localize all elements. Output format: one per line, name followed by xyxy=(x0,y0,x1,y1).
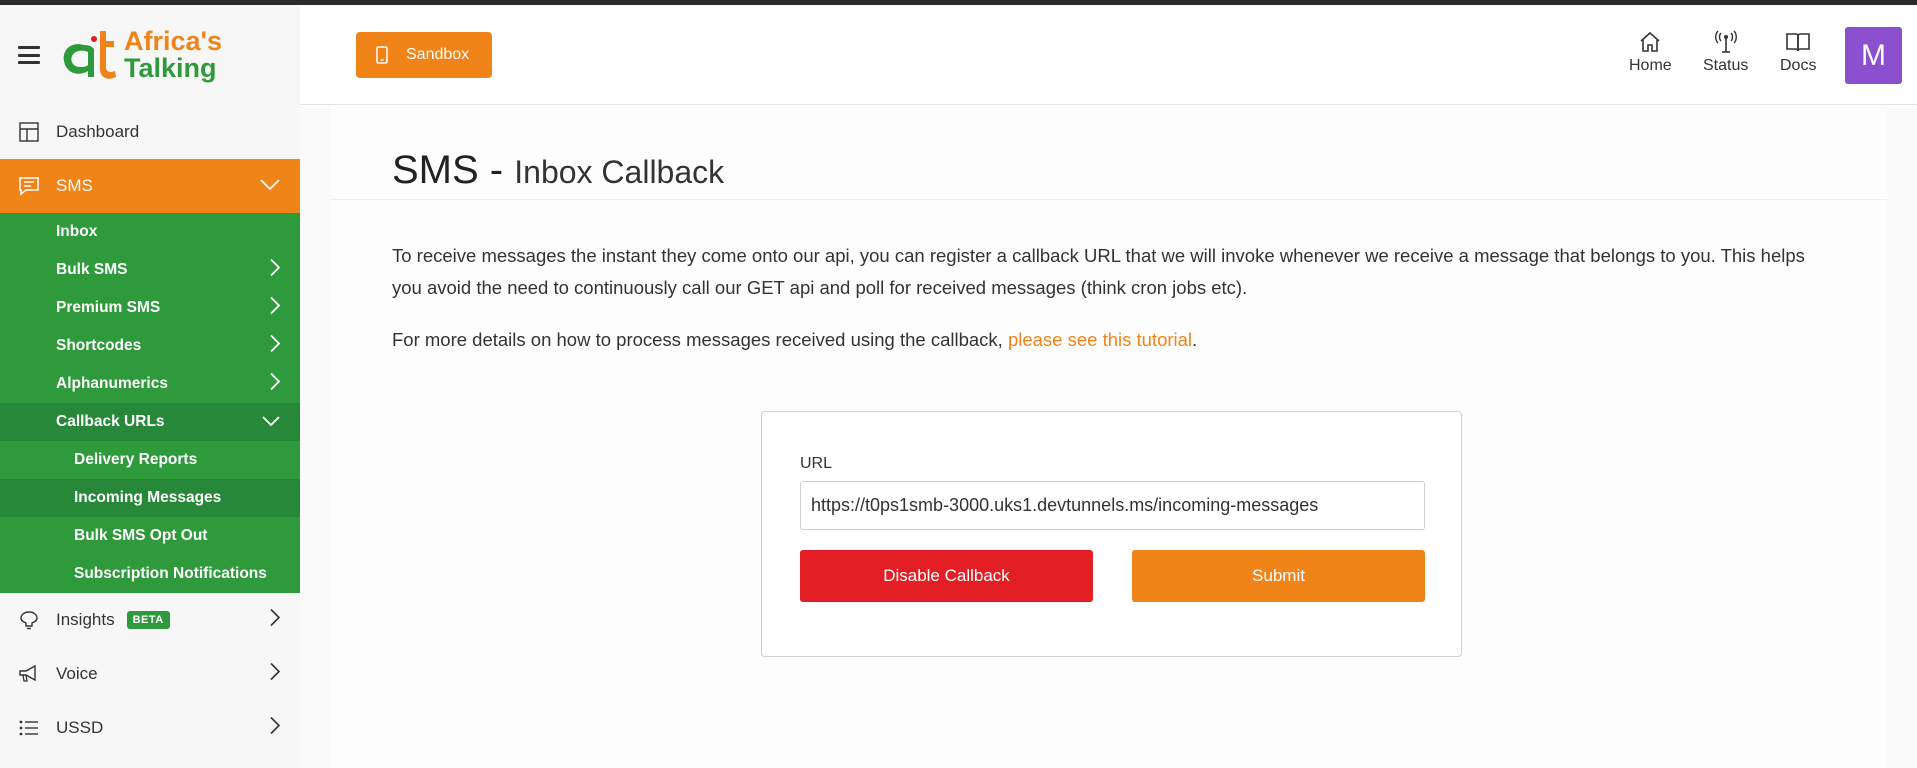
sidebar-item-alphanumerics[interactable]: Alphanumerics xyxy=(0,365,300,403)
sms-submenu: Inbox Bulk SMS Premium SMS Shortcodes Al… xyxy=(0,213,300,593)
sidebar-item-label: Premium SMS xyxy=(56,299,161,316)
sandbox-button[interactable]: Sandbox xyxy=(356,32,492,78)
chevron-right-icon xyxy=(270,258,281,282)
description-paragraph: To receive messages the instant they com… xyxy=(392,245,1805,298)
chevron-right-icon xyxy=(270,296,281,320)
chevron-down-icon xyxy=(260,176,280,196)
sidebar-item-incoming-messages[interactable]: Incoming Messages xyxy=(0,479,300,517)
sidebar-item-shortcodes[interactable]: Shortcodes xyxy=(0,327,300,365)
avatar[interactable]: M xyxy=(1845,27,1902,84)
sidebar-item-delivery-reports[interactable]: Delivery Reports xyxy=(0,441,300,479)
callback-form: URL Disable Callback Submit xyxy=(761,411,1462,657)
logo-mark-icon xyxy=(63,31,116,79)
chevron-right-icon xyxy=(270,372,281,396)
disable-callback-button[interactable]: Disable Callback xyxy=(800,550,1093,602)
page-subtitle: Inbox Callback xyxy=(514,154,725,190)
hamburger-menu-icon[interactable] xyxy=(18,46,40,64)
nav-ussd[interactable]: USSD xyxy=(0,701,300,755)
sandbox-label: Sandbox xyxy=(406,46,470,63)
home-icon xyxy=(1638,27,1662,57)
page-title-main: SMS - xyxy=(392,148,504,192)
nav-dashboard-label: Dashboard xyxy=(56,122,140,141)
dashboard-icon xyxy=(18,121,40,143)
nav-insights-label: Insights xyxy=(56,610,115,629)
url-label: URL xyxy=(800,455,833,472)
lightbulb-icon xyxy=(18,609,40,631)
status-label: Status xyxy=(1703,57,1749,74)
book-icon xyxy=(1785,27,1811,57)
nav-sms-label: SMS xyxy=(56,176,93,195)
africas-talking-logo[interactable]: Africa's Talking xyxy=(58,27,222,83)
message-icon xyxy=(18,175,40,197)
chevron-right-icon xyxy=(270,334,281,358)
header-docs-link[interactable]: Docs xyxy=(1780,27,1816,75)
logo-line-2: Talking xyxy=(124,53,217,83)
sidebar-item-inbox[interactable]: Inbox xyxy=(0,213,300,251)
tutorial-text: For more details on how to process messa… xyxy=(392,329,1003,350)
page-title: SMS - Inbox Callback xyxy=(392,148,724,193)
tutorial-suffix: . xyxy=(1192,329,1198,350)
sidebar-item-label: Delivery Reports xyxy=(74,451,198,468)
sidebar-item-label: Bulk SMS xyxy=(56,261,128,278)
mobile-phone-icon xyxy=(376,46,388,64)
logo-wordmark: Africa's Talking xyxy=(124,28,222,82)
main-content: SMS - Inbox Callback To receive messages… xyxy=(300,106,1917,768)
url-input[interactable] xyxy=(800,481,1425,530)
sidebar-item-label: Shortcodes xyxy=(56,337,142,354)
beta-badge: BETA xyxy=(126,611,170,629)
nav-sms[interactable]: SMS xyxy=(0,159,300,213)
sidebar-item-bulk-sms-opt-out[interactable]: Bulk SMS Opt Out xyxy=(0,517,300,555)
sidebar-item-premium-sms[interactable]: Premium SMS xyxy=(0,289,300,327)
tutorial-link[interactable]: please see this tutorial xyxy=(1008,329,1192,350)
sidebar-item-subscription-notifications[interactable]: Subscription Notifications xyxy=(0,555,300,593)
nav-dashboard[interactable]: Dashboard xyxy=(0,105,300,159)
list-icon xyxy=(18,717,40,739)
title-divider xyxy=(330,199,1887,200)
chevron-right-icon xyxy=(270,662,281,686)
sidebar-item-label: Bulk SMS Opt Out xyxy=(74,527,208,544)
logo-line-1: Africa's xyxy=(124,26,222,56)
sidebar-item-bulk-sms[interactable]: Bulk SMS xyxy=(0,251,300,289)
sidebar-item-label: Alphanumerics xyxy=(56,375,168,392)
megaphone-icon xyxy=(18,663,40,685)
docs-label: Docs xyxy=(1780,57,1817,74)
brand-bar: Africa's Talking xyxy=(0,5,300,105)
nav-insights[interactable]: Insights BETA xyxy=(0,593,300,647)
antenna-icon xyxy=(1713,27,1739,57)
sidebar-item-label: Inbox xyxy=(56,223,98,240)
submit-button[interactable]: Submit xyxy=(1132,550,1425,602)
sidebar: Africa's Talking Dashboard SMS Inbox Bul… xyxy=(0,5,300,768)
nav-voice[interactable]: Voice xyxy=(0,647,300,701)
sidebar-item-label: Incoming Messages xyxy=(74,489,222,506)
home-label: Home xyxy=(1629,57,1672,74)
chevron-right-icon xyxy=(270,716,281,740)
sidebar-item-callback-urls[interactable]: Callback URLs xyxy=(0,403,300,441)
header-home-link[interactable]: Home xyxy=(1629,27,1672,75)
chevron-right-icon xyxy=(270,608,281,632)
nav-voice-label: Voice xyxy=(56,664,98,683)
top-header: Sandbox Home Status Docs M xyxy=(300,5,1917,105)
tutorial-paragraph: For more details on how to process messa… xyxy=(392,324,1812,356)
header-status-link[interactable]: Status xyxy=(1703,27,1748,75)
nav-ussd-label: USSD xyxy=(56,718,104,737)
sidebar-item-label: Callback URLs xyxy=(56,413,165,430)
sidebar-item-label: Subscription Notifications xyxy=(74,565,267,582)
chevron-down-icon xyxy=(262,413,280,431)
